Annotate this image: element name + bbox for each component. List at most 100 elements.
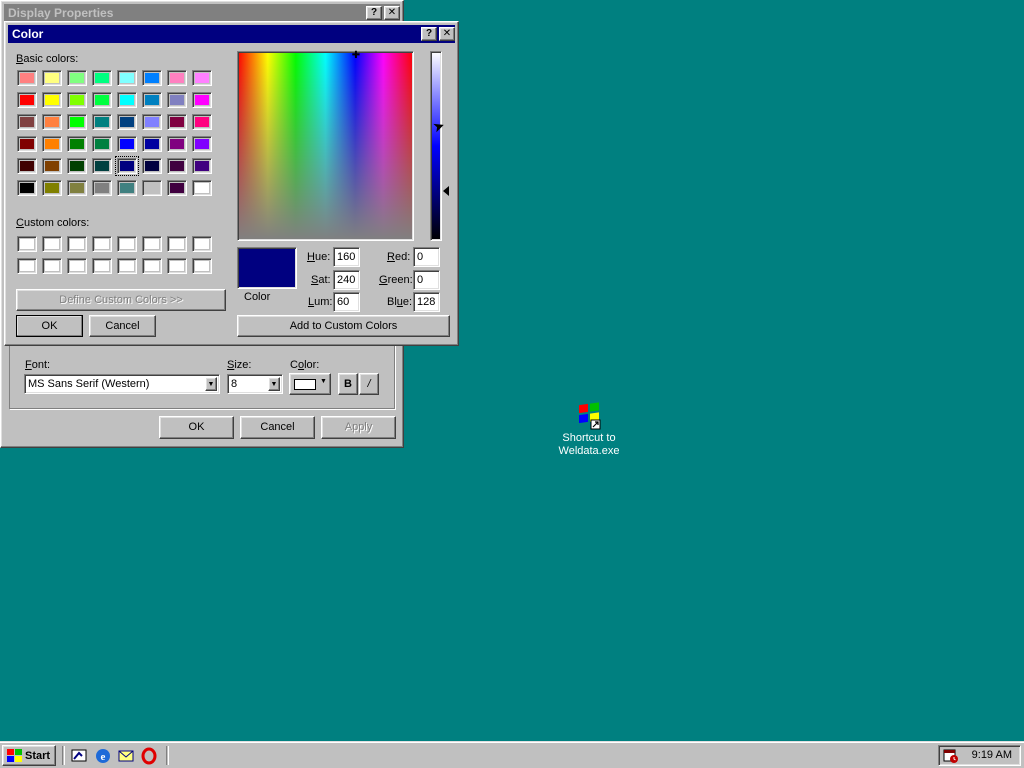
basic-color-swatch[interactable] [92, 114, 112, 130]
custom-color-swatch[interactable] [17, 258, 37, 274]
chevron-down-icon[interactable]: ▼ [268, 377, 280, 391]
custom-color-swatch[interactable] [192, 236, 212, 252]
custom-color-swatch[interactable] [117, 258, 137, 274]
basic-color-swatch[interactable] [67, 70, 87, 86]
basic-color-swatch[interactable] [192, 92, 212, 108]
basic-color-swatch[interactable] [167, 136, 187, 152]
bold-toggle-button[interactable]: B [338, 373, 358, 395]
display-apply-button[interactable]: Apply [321, 416, 396, 439]
basic-color-swatch[interactable] [42, 136, 62, 152]
red-input[interactable]: 0 [413, 247, 440, 267]
display-properties-close-button[interactable]: ✕ [384, 6, 400, 20]
display-ok-button[interactable]: OK [159, 416, 234, 439]
basic-color-swatch[interactable] [167, 92, 187, 108]
show-desktop-icon[interactable] [70, 747, 88, 765]
color-dialog-titlebar[interactable]: Color ? ✕ [8, 25, 455, 43]
color-picker-button[interactable]: ▼ [289, 373, 331, 395]
color-dialog-close-button[interactable]: ✕ [439, 27, 455, 41]
basic-color-swatch[interactable] [92, 92, 112, 108]
custom-color-swatch[interactable] [67, 258, 87, 274]
internet-explorer-icon[interactable]: e [94, 747, 112, 765]
basic-color-swatch[interactable] [67, 92, 87, 108]
basic-color-swatch[interactable] [115, 156, 139, 176]
custom-color-swatch[interactable] [142, 258, 162, 274]
basic-color-swatch[interactable] [192, 70, 212, 86]
add-to-custom-colors-button[interactable]: Add to Custom Colors [237, 315, 450, 337]
custom-color-swatch[interactable] [167, 236, 187, 252]
color-ok-button[interactable]: OK [16, 315, 83, 337]
custom-color-swatch[interactable] [42, 258, 62, 274]
basic-color-swatch[interactable] [167, 158, 187, 174]
custom-color-swatch[interactable] [92, 236, 112, 252]
basic-color-swatch[interactable] [42, 70, 62, 86]
display-cancel-button[interactable]: Cancel [240, 416, 315, 439]
start-button[interactable]: Start [2, 745, 56, 766]
basic-color-swatch[interactable] [17, 92, 37, 108]
basic-color-swatch[interactable] [117, 70, 137, 86]
basic-color-swatch[interactable] [42, 114, 62, 130]
custom-color-swatch[interactable] [92, 258, 112, 274]
basic-color-swatch[interactable] [192, 136, 212, 152]
basic-color-swatch[interactable] [92, 180, 112, 196]
desktop-shortcut-weldata[interactable]: Shortcut to Weldata.exe [553, 400, 625, 460]
basic-color-swatch[interactable] [167, 114, 187, 130]
basic-color-swatch[interactable] [92, 136, 112, 152]
basic-color-swatch[interactable] [142, 70, 162, 86]
basic-color-swatch[interactable] [167, 70, 187, 86]
basic-color-swatch[interactable] [167, 180, 187, 196]
color-cancel-button[interactable]: Cancel [89, 315, 156, 337]
basic-color-swatch[interactable] [67, 136, 87, 152]
basic-color-swatch[interactable] [117, 92, 137, 108]
sat-input[interactable]: 240 [333, 270, 360, 290]
color-dialog-help-button[interactable]: ? [421, 27, 437, 41]
basic-color-swatch[interactable] [17, 70, 37, 86]
basic-color-swatch[interactable] [117, 180, 137, 196]
basic-color-swatch[interactable] [67, 114, 87, 130]
size-combo[interactable]: 8 ▼ [227, 374, 283, 394]
basic-color-swatch[interactable] [17, 114, 37, 130]
outlook-express-icon[interactable] [117, 747, 135, 765]
green-input[interactable]: 0 [413, 270, 440, 290]
basic-color-swatch[interactable] [92, 158, 112, 174]
custom-color-swatch[interactable] [142, 236, 162, 252]
blue-input[interactable]: 128 [413, 292, 440, 312]
custom-color-swatch[interactable] [42, 236, 62, 252]
lum-input[interactable]: 60 [333, 292, 360, 312]
display-properties-titlebar[interactable]: Display Properties ? ✕ [4, 4, 400, 22]
basic-color-swatch[interactable] [142, 136, 162, 152]
hue-input[interactable]: 160 [333, 247, 360, 267]
basic-color-swatch[interactable] [17, 158, 37, 174]
basic-color-swatch[interactable] [192, 114, 212, 130]
basic-color-swatch[interactable] [92, 70, 112, 86]
clock[interactable]: 9:19 AM [972, 749, 1012, 761]
italic-toggle-button[interactable]: / [359, 373, 379, 395]
basic-color-swatch[interactable] [67, 158, 87, 174]
luminance-bar[interactable] [430, 51, 442, 241]
custom-color-swatch[interactable] [192, 258, 212, 274]
basic-color-swatch[interactable] [42, 180, 62, 196]
scheduler-icon[interactable] [943, 748, 959, 764]
basic-color-swatch[interactable] [117, 136, 137, 152]
color-spectrum[interactable]: ✚ [237, 51, 414, 241]
basic-color-swatch[interactable] [117, 114, 137, 130]
basic-color-swatch[interactable] [142, 114, 162, 130]
basic-color-swatch[interactable] [42, 92, 62, 108]
basic-color-swatch[interactable] [192, 180, 212, 196]
custom-color-swatch[interactable] [67, 236, 87, 252]
define-custom-colors-button[interactable]: Define Custom Colors >> [16, 289, 226, 311]
basic-color-swatch[interactable] [17, 180, 37, 196]
opera-icon[interactable] [140, 747, 158, 765]
display-properties-help-button[interactable]: ? [366, 6, 382, 20]
basic-color-swatch[interactable] [192, 158, 212, 174]
custom-color-swatch[interactable] [17, 236, 37, 252]
custom-color-swatch[interactable] [167, 258, 187, 274]
basic-color-swatch[interactable] [142, 92, 162, 108]
custom-color-swatch[interactable] [117, 236, 137, 252]
font-combo[interactable]: MS Sans Serif (Western) ▼ [24, 374, 220, 394]
basic-color-swatch[interactable] [42, 158, 62, 174]
basic-color-swatch[interactable] [142, 158, 162, 174]
chevron-down-icon[interactable]: ▼ [205, 377, 217, 391]
basic-color-swatch[interactable] [142, 180, 162, 196]
basic-color-swatch[interactable] [17, 136, 37, 152]
luminance-slider-arrow[interactable] [443, 186, 449, 196]
